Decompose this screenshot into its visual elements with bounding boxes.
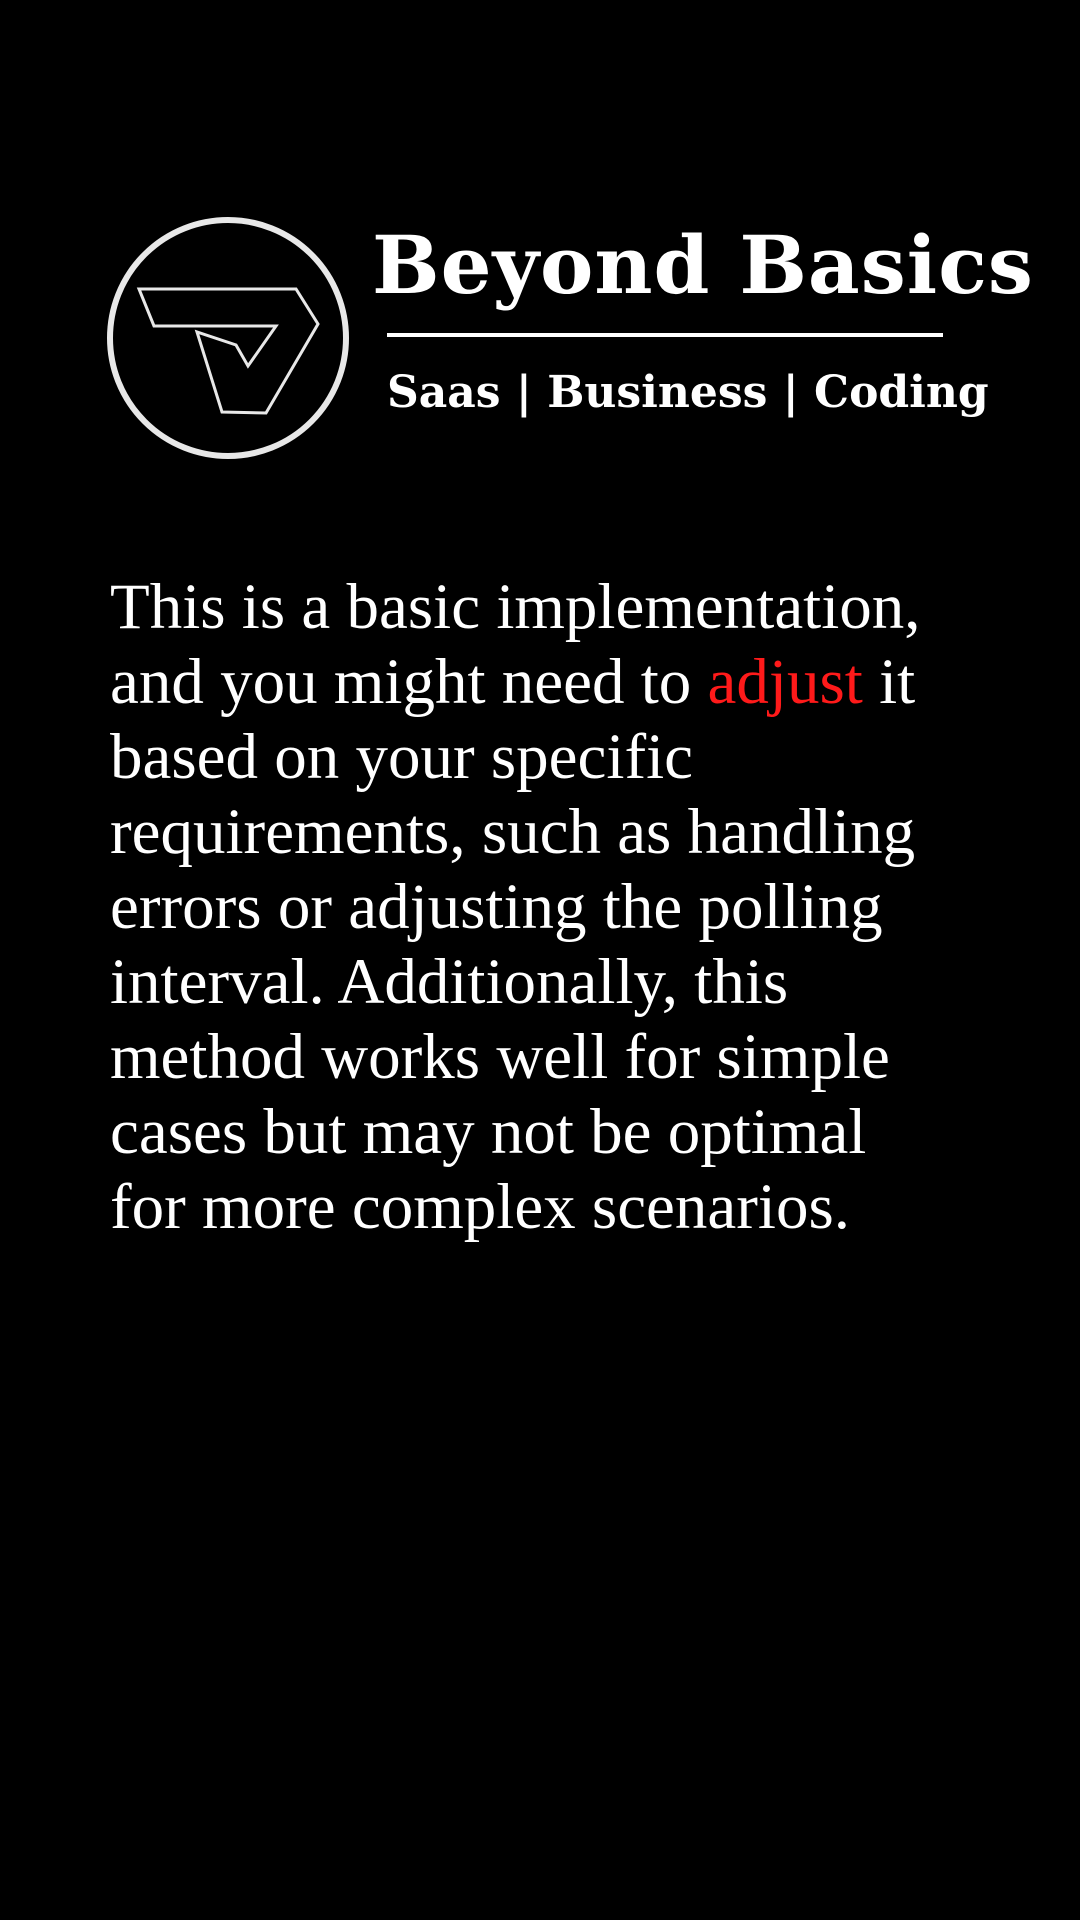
body-line: based on your specific bbox=[110, 721, 694, 793]
body-paragraph: This is a basic implementation, and you … bbox=[110, 570, 990, 1245]
body-line: for more complex scenarios. bbox=[110, 1171, 851, 1243]
brand-title: Beyond Basics bbox=[372, 218, 1034, 312]
brand-tagline: Saas | Business | Coding bbox=[387, 367, 989, 418]
body-line: interval. Additionally, this bbox=[110, 946, 789, 1018]
body-line: errors or adjusting the polling bbox=[110, 871, 883, 943]
body-line: This is a basic implementation, bbox=[110, 571, 921, 643]
body-line-text: it bbox=[862, 646, 916, 718]
stylized-v-logo-icon bbox=[106, 216, 350, 460]
body-line: method works well for simple bbox=[110, 1021, 890, 1093]
brand-divider bbox=[387, 333, 943, 337]
body-line-text: and you might need to bbox=[110, 646, 708, 718]
brand-header: Beyond Basics Saas | Business | Coding bbox=[0, 0, 1080, 480]
body-line: and you might need to adjust it bbox=[110, 645, 990, 720]
highlighted-word: adjust bbox=[707, 646, 863, 718]
body-line: requirements, such as handling bbox=[110, 796, 916, 868]
body-line: cases but may not be optimal bbox=[110, 1096, 867, 1168]
